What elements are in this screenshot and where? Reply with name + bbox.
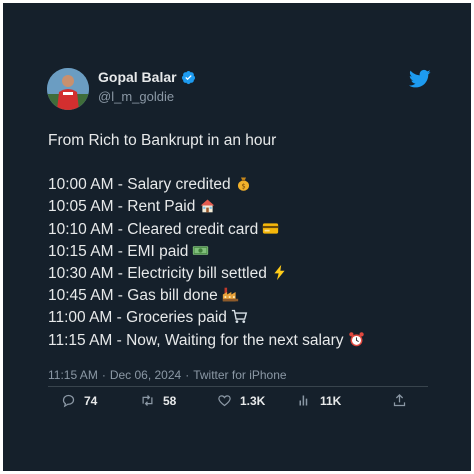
shopping-cart-icon xyxy=(231,308,248,325)
tweet-line: 11:15 AM - Now, Waiting for the next sal… xyxy=(48,330,448,352)
user-handle[interactable]: @l_m_goldie xyxy=(98,89,174,104)
retweet-button[interactable]: 58 xyxy=(140,393,176,408)
views-icon xyxy=(299,395,308,406)
action-bar: 74 58 1.3K 11K xyxy=(3,393,471,413)
reply-icon xyxy=(62,394,75,408)
tweet-line-text: 10:30 AM - Electricity bill settled xyxy=(48,265,267,283)
verified-badge-icon xyxy=(181,70,195,84)
tweet-time[interactable]: 11:15 AM xyxy=(48,368,98,382)
like-button[interactable]: 1.3K xyxy=(217,393,265,408)
tweet-card: Gopal Balar @l_m_goldie From Rich to Ban… xyxy=(3,3,471,471)
tweet-text: From Rich to Bankrupt in an hour 10:00 A… xyxy=(48,130,448,352)
tweet-line: 10:10 AM - Cleared credit card xyxy=(48,219,448,241)
tweet-line-text: 10:10 AM - Cleared credit card xyxy=(48,220,259,238)
money-bag-icon: $ xyxy=(235,175,252,192)
display-name[interactable]: Gopal Balar xyxy=(98,69,177,85)
tweet-headline: From Rich to Bankrupt in an hour xyxy=(48,132,277,149)
tweet-line: 10:30 AM - Electricity bill settled xyxy=(48,263,448,285)
factory-icon xyxy=(222,286,239,303)
tweet-line-text: 10:00 AM - Salary credited xyxy=(48,176,231,194)
heart-icon xyxy=(218,395,231,407)
reply-count: 74 xyxy=(84,393,98,408)
credit-card-icon xyxy=(262,220,279,237)
tweet-line: 10:00 AM - Salary credited $ xyxy=(48,174,448,196)
share-icon xyxy=(393,393,406,407)
tweet-line: 10:45 AM - Gas bill done xyxy=(48,285,448,307)
retweet-count: 58 xyxy=(163,393,177,408)
tweet-line-text: 11:15 AM - Now, Waiting for the next sal… xyxy=(48,331,344,349)
tweet-line: 10:15 AM - EMI paid xyxy=(48,241,448,263)
banknote-icon xyxy=(192,242,209,259)
share-button[interactable] xyxy=(392,393,407,408)
tweet-line-text: 10:45 AM - Gas bill done xyxy=(48,287,218,305)
tweet-line-text: 11:00 AM - Groceries paid xyxy=(48,309,227,327)
views-button[interactable]: 11K xyxy=(297,393,341,408)
meta-separator: · xyxy=(101,368,106,382)
tweet-line: 11:00 AM - Groceries paid xyxy=(48,307,448,329)
lightning-icon xyxy=(271,264,288,281)
house-icon xyxy=(199,197,216,214)
tweet-line-text: 10:05 AM - Rent Paid xyxy=(48,198,196,216)
tweet-line-text: 10:15 AM - EMI paid xyxy=(48,242,189,260)
views-count: 11K xyxy=(320,393,342,408)
twitter-bird-icon[interactable] xyxy=(409,69,431,89)
tweet-source[interactable]: Twitter for iPhone xyxy=(193,368,286,382)
meta-separator: · xyxy=(185,368,190,382)
like-count: 1.3K xyxy=(240,393,266,408)
tweet-meta: 11:15 AM · Dec 06, 2024 · Twitter for iPhone xyxy=(48,368,287,382)
tweet-line: 10:05 AM - Rent Paid xyxy=(48,196,448,218)
tweet-date[interactable]: Dec 06, 2024 xyxy=(110,368,181,382)
retweet-icon xyxy=(142,395,153,406)
divider xyxy=(48,386,428,387)
svg-text:$: $ xyxy=(241,183,245,191)
avatar[interactable] xyxy=(47,68,89,110)
reply-button[interactable]: 74 xyxy=(61,393,97,408)
alarm-clock-icon xyxy=(348,331,365,348)
